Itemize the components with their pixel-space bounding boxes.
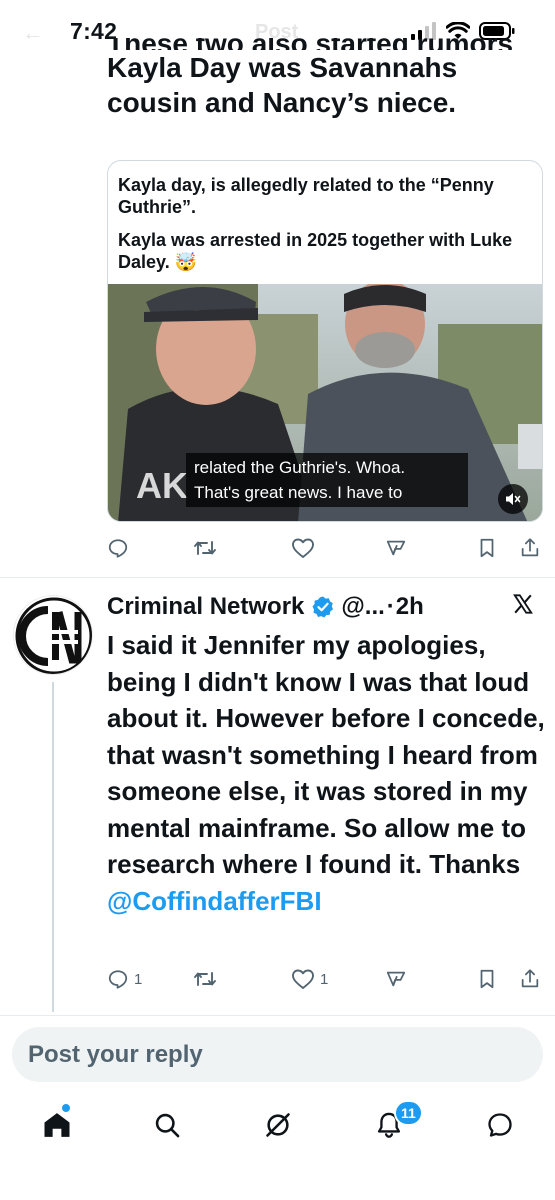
meta-separator: · — [386, 593, 395, 620]
tab-search[interactable] — [149, 1107, 185, 1143]
share-button[interactable] — [519, 537, 541, 559]
heart-icon — [292, 538, 314, 558]
verified-badge-icon — [311, 595, 335, 619]
quoted-post-paragraph-2: Kayla was arrested in 2025 together with… — [118, 230, 513, 272]
avatar[interactable] — [13, 595, 93, 675]
like-count: 1 — [320, 970, 329, 988]
notifications-badge: 11 — [394, 1100, 423, 1126]
quoted-post-card[interactable]: Kayla day, is allegedly related to the “… — [107, 160, 543, 522]
bottom-tab-bar — [0, 1095, 555, 1155]
reply-button[interactable] — [107, 537, 129, 559]
x-logo-icon — [512, 591, 534, 622]
video-caption-line-2: That's great news. I have to — [194, 483, 403, 502]
author-name[interactable]: Criminal Network — [107, 593, 304, 621]
tab-messages[interactable] — [482, 1107, 518, 1143]
messages-icon — [488, 1113, 512, 1137]
back-arrow-icon[interactable]: ← — [22, 20, 44, 46]
previous-post-line-1: Kayla Day was Savannahs — [107, 52, 458, 83]
grok-button[interactable] — [385, 537, 407, 559]
grok-icon — [386, 540, 406, 556]
speaker-muted-icon — [506, 493, 521, 505]
svg-text:AK: AK — [136, 465, 188, 506]
search-icon — [155, 1113, 180, 1138]
tweet-header: Criminal Network @... · 2h — [107, 591, 547, 623]
heart-icon — [292, 969, 314, 989]
mention-link[interactable]: @CoffindafferFBI — [107, 886, 322, 916]
reply-icon — [108, 539, 128, 558]
reply-placeholder: Post your reply — [28, 1040, 203, 1068]
criminal-network-logo — [15, 597, 92, 674]
repost-icon — [194, 541, 216, 555]
repost-icon — [194, 972, 216, 986]
post-time: 2h — [395, 593, 424, 620]
tweet-body: I said it Jennifer my apologies, being I… — [107, 627, 547, 919]
reply-action-bar: 1 1 — [107, 968, 543, 994]
reply-button[interactable]: 1 — [107, 968, 142, 990]
grok-button[interactable] — [385, 968, 407, 990]
repost-button[interactable] — [193, 537, 217, 559]
like-button[interactable] — [291, 537, 315, 559]
home-icon — [44, 1113, 70, 1137]
share-button[interactable] — [519, 968, 541, 990]
bookmark-icon — [480, 538, 494, 558]
bookmark-button[interactable] — [477, 968, 497, 990]
thread-line — [52, 682, 54, 1012]
quoted-post-paragraph-1: Kayla day, is allegedly related to the “… — [118, 175, 494, 217]
previous-post-text: These two also started rumors Kayla Day … — [107, 38, 537, 150]
tab-home[interactable] — [39, 1107, 75, 1143]
share-icon — [521, 538, 539, 557]
like-button[interactable]: 1 — [291, 968, 328, 990]
share-icon — [521, 969, 539, 988]
previous-post-action-bar — [107, 537, 543, 563]
reply-input[interactable]: Post your reply — [12, 1027, 543, 1082]
grok-icon — [386, 971, 406, 987]
tweet-text: I said it Jennifer my apologies, being I… — [107, 630, 545, 879]
mute-button[interactable] — [498, 484, 528, 514]
author-handle[interactable]: @... — [341, 593, 384, 621]
tab-grok[interactable] — [260, 1107, 296, 1143]
reply-count: 1 — [134, 970, 143, 988]
home-unread-dot — [62, 1104, 70, 1112]
video-caption-line-1: related the Guthrie's. Whoa. — [194, 458, 406, 477]
post-divider — [0, 577, 555, 578]
reply-divider — [0, 1015, 555, 1016]
video-player[interactable]: AK related the Guthrie's. Whoa. That's g… — [108, 284, 542, 521]
repost-button[interactable] — [193, 968, 217, 990]
bookmark-icon — [480, 969, 494, 989]
reply-icon — [108, 970, 128, 989]
grok-tab-icon — [266, 1113, 290, 1137]
bookmark-button[interactable] — [477, 537, 497, 559]
video-caption: related the Guthrie's. Whoa. That's grea… — [186, 453, 468, 507]
previous-post-clipped-line: These two also started rumors — [107, 38, 537, 50]
previous-post-line-2: cousin and Nancy’s niece. — [107, 87, 457, 118]
